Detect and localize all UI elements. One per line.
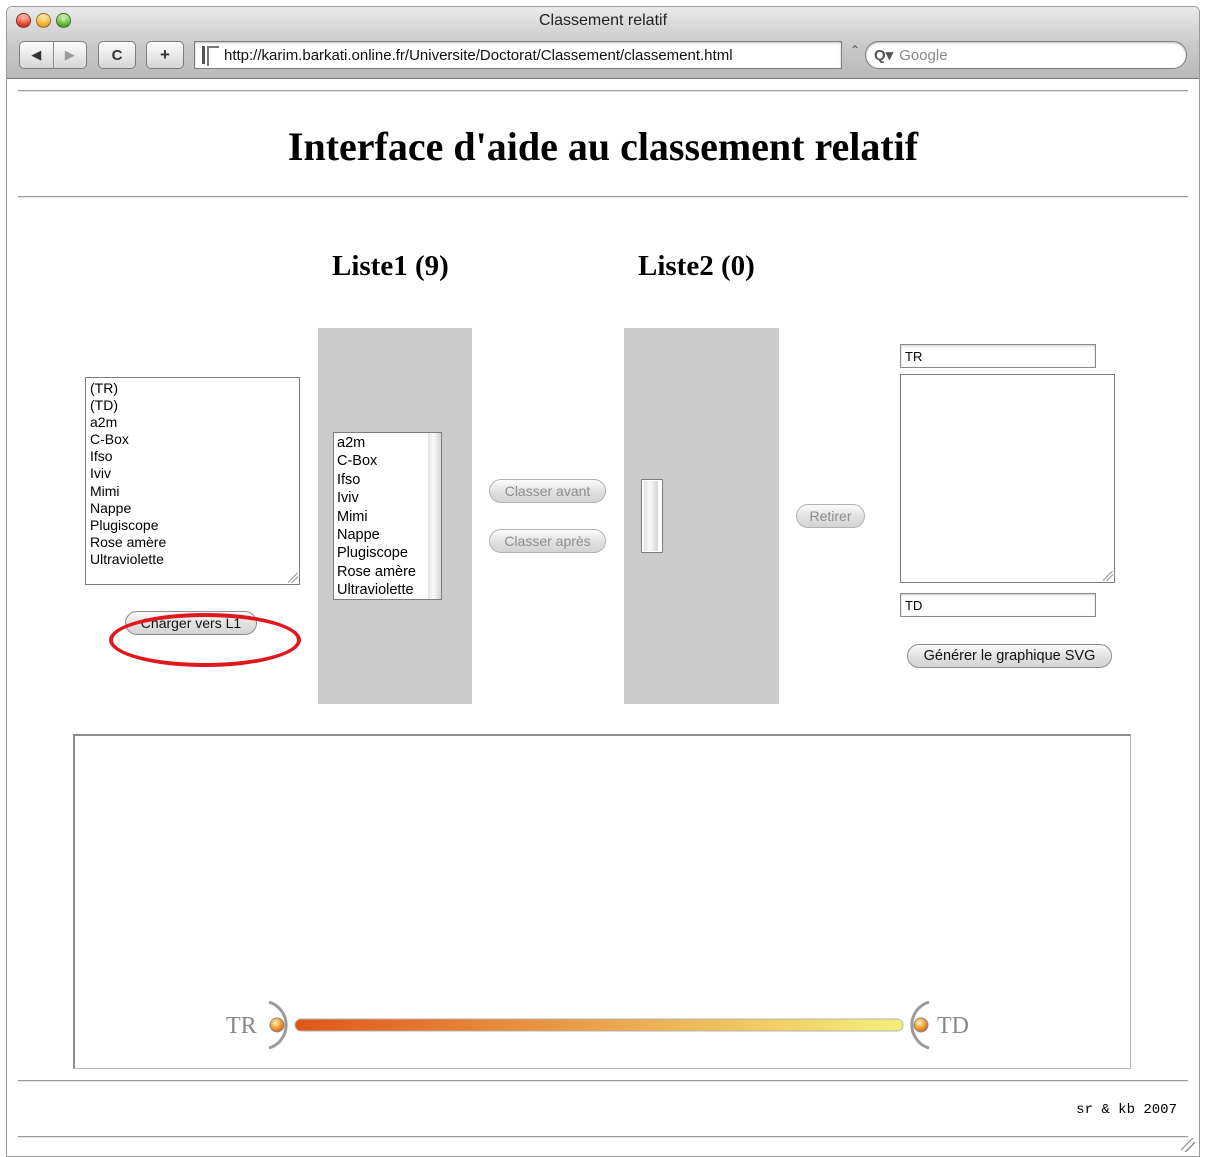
liste1-select[interactable]: a2m C-Box Ifso Iviv Mimi Nappe Plugiscope Rose … bbox=[333, 432, 442, 600]
source-textarea[interactable]: (TR) (TD) a2m C-Box Ifso Iviv Mimi Nappe Plugisc… bbox=[85, 377, 300, 585]
divider bbox=[18, 90, 1188, 92]
liste1-scrollbar[interactable] bbox=[428, 433, 441, 599]
liste2-title: Liste2 (0) bbox=[638, 250, 755, 282]
bottom-endpoint-field[interactable]: TD bbox=[900, 593, 1096, 617]
svg-left-label: TR bbox=[226, 1013, 257, 1039]
back-forward-buttons: ◀ ▶ bbox=[19, 41, 87, 69]
liste2-scrollbar[interactable] bbox=[644, 481, 658, 551]
resize-grip-icon[interactable] bbox=[288, 573, 298, 583]
reload-icon: C bbox=[111, 46, 123, 64]
page-title: Interface d'aide au classement relatif bbox=[287, 124, 919, 169]
search-placeholder: Google bbox=[899, 46, 948, 64]
plus-icon: + bbox=[160, 45, 170, 64]
list-item[interactable]: C-Box bbox=[337, 452, 438, 470]
footer-credit: sr & kb 2007 bbox=[1076, 1102, 1177, 1118]
list-item[interactable]: (TR) bbox=[90, 380, 295, 397]
search-icon[interactable]: Q▾ bbox=[874, 46, 893, 64]
list-item[interactable]: a2m bbox=[337, 434, 438, 452]
list-item[interactable]: Rose amère bbox=[90, 534, 295, 551]
svg-graph-area: TR TD bbox=[73, 734, 1131, 1069]
list-item[interactable]: a2m bbox=[90, 414, 295, 431]
list-item[interactable]: Ultraviolette bbox=[337, 581, 438, 599]
back-arrow-icon[interactable]: ◀ bbox=[20, 47, 53, 63]
top-endpoint-field[interactable]: TR bbox=[900, 344, 1096, 368]
list-item[interactable]: Iviv bbox=[90, 465, 295, 482]
search-field[interactable]: Q▾ Google bbox=[865, 41, 1187, 69]
divider bbox=[18, 196, 1188, 198]
divider bbox=[18, 1136, 1188, 1138]
top-endpoint-value: TR bbox=[905, 349, 923, 364]
page-content: Interface d'aide au classement relatif L… bbox=[7, 80, 1199, 1156]
generer-svg-button[interactable]: Générer le graphique SVG bbox=[907, 644, 1112, 668]
list-item[interactable]: Plugiscope bbox=[90, 517, 295, 534]
list-item[interactable]: Nappe bbox=[90, 500, 295, 517]
retirer-button[interactable]: Retirer bbox=[796, 504, 865, 528]
list-item[interactable]: Nappe bbox=[337, 526, 438, 544]
classer-apres-button[interactable]: Classer après bbox=[489, 529, 606, 553]
liste1-title: Liste1 (9) bbox=[332, 250, 449, 282]
list-item[interactable]: Ifso bbox=[90, 448, 295, 465]
window-title: Classement relatif bbox=[538, 12, 668, 29]
list-item[interactable]: Iviv bbox=[337, 489, 438, 507]
site-favicon-icon bbox=[201, 46, 219, 66]
list-item[interactable]: (TD) bbox=[90, 397, 295, 414]
bottom-endpoint-value: TD bbox=[905, 598, 923, 613]
list-item[interactable]: Mimi bbox=[90, 483, 295, 500]
list-item[interactable]: Rose amère bbox=[337, 563, 438, 581]
ranking-bar bbox=[294, 1018, 904, 1032]
ranking-graph: TR TD bbox=[226, 1000, 969, 1050]
liste2-select[interactable] bbox=[641, 479, 663, 553]
ranking-textarea[interactable] bbox=[900, 374, 1115, 583]
reload-button[interactable]: C bbox=[98, 41, 136, 69]
resize-grip-icon[interactable] bbox=[1103, 571, 1113, 581]
list-item[interactable]: Plugiscope bbox=[337, 544, 438, 562]
svg-right-label: TD bbox=[937, 1013, 969, 1039]
divider bbox=[18, 1080, 1188, 1082]
list-item[interactable]: Ultraviolette bbox=[90, 551, 295, 568]
list-item[interactable]: Mimi bbox=[337, 508, 438, 526]
browser-window: Classement relatif ◀ ▶ C + http://karim.… bbox=[6, 6, 1200, 1157]
right-endpoint-dot bbox=[913, 1017, 929, 1033]
list-item[interactable]: Ifso bbox=[337, 471, 438, 489]
left-endpoint-dot bbox=[269, 1017, 285, 1033]
red-highlight-circle bbox=[109, 613, 301, 667]
window-resize-grip-icon[interactable] bbox=[1181, 1138, 1195, 1152]
url-history-dropdown-icon[interactable]: ⌃ bbox=[850, 43, 860, 57]
title-bar: Classement relatif ◀ ▶ C + http://karim.… bbox=[7, 7, 1199, 79]
add-bookmark-button[interactable]: + bbox=[146, 41, 184, 69]
list-item[interactable]: C-Box bbox=[90, 431, 295, 448]
url-text: http://karim.barkati.online.fr/Universit… bbox=[224, 46, 733, 64]
address-bar[interactable]: http://karim.barkati.online.fr/Universit… bbox=[194, 41, 842, 69]
classer-avant-button[interactable]: Classer avant bbox=[489, 479, 606, 503]
forward-arrow-icon[interactable]: ▶ bbox=[54, 47, 87, 63]
